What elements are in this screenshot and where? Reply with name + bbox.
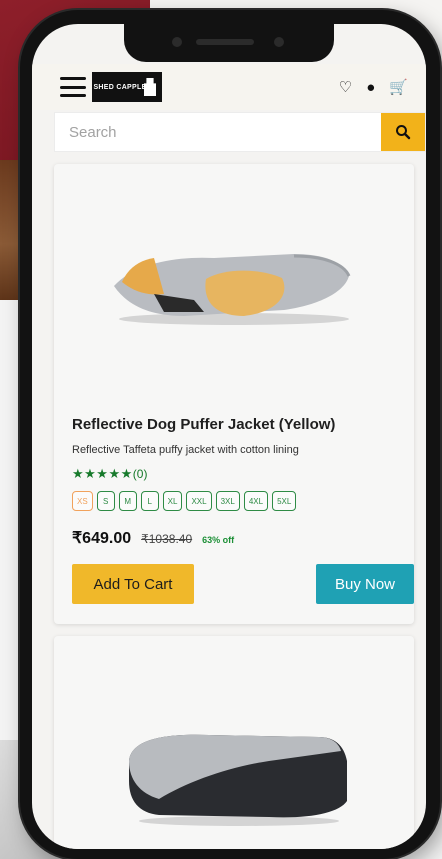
- grey-jacket-image[interactable]: [119, 721, 359, 831]
- cart-icon[interactable]: 🛒: [389, 78, 408, 96]
- rating-count: (0): [132, 467, 148, 481]
- search-icon: [396, 125, 411, 140]
- size-option-m[interactable]: M: [118, 491, 137, 511]
- size-option-5xl[interactable]: 5XL: [272, 491, 297, 511]
- add-to-cart-button[interactable]: Add To Cart: [72, 564, 194, 604]
- price-row: ₹649.00 ₹1038.40 63% off: [72, 528, 234, 548]
- menu-icon[interactable]: [60, 77, 86, 97]
- heart-icon[interactable]: ♡: [339, 78, 352, 96]
- discount-badge: 63% off: [202, 535, 235, 545]
- app-header: SHED CAPPLE ♡ ● 🛒: [32, 64, 426, 110]
- phone-screen: SHED CAPPLE ♡ ● 🛒 Search Reflective Dog …: [32, 24, 426, 849]
- search-bar: [54, 112, 426, 152]
- phone-notch: [124, 24, 334, 62]
- search-input[interactable]: [55, 113, 381, 151]
- current-price: ₹649.00: [72, 530, 132, 547]
- size-options: XS S M L XL XXL 3XL 4XL 5XL: [72, 491, 297, 511]
- size-option-l[interactable]: L: [140, 491, 159, 511]
- user-icon[interactable]: ●: [366, 79, 375, 96]
- speaker-grille: [196, 39, 254, 45]
- size-option-s[interactable]: S: [96, 491, 115, 511]
- yellow-jacket-image[interactable]: [94, 224, 354, 334]
- header-icons: ♡ ● 🛒: [339, 78, 408, 97]
- original-price: ₹1038.40: [141, 532, 193, 546]
- logo-mark-icon: [144, 78, 156, 96]
- size-option-xl[interactable]: XL: [162, 491, 183, 511]
- product-card[interactable]: [54, 636, 414, 849]
- size-option-4xl[interactable]: 4XL: [243, 491, 269, 511]
- buy-now-button[interactable]: Buy Now: [316, 564, 414, 604]
- rating-stars: ★★★★★: [72, 466, 133, 481]
- product-title[interactable]: Reflective Dog Puffer Jacket (Yellow): [72, 416, 335, 433]
- phone-frame: SHED CAPPLE ♡ ● 🛒 Search Reflective Dog …: [20, 10, 440, 859]
- search-button[interactable]: [381, 113, 425, 151]
- product-rating: ★★★★★ (0): [72, 466, 147, 482]
- product-card[interactable]: Reflective Dog Puffer Jacket (Yellow) Re…: [54, 164, 414, 624]
- product-description: Reflective Taffeta puffy jacket with cot…: [72, 444, 299, 456]
- size-option-xs[interactable]: XS: [72, 491, 93, 511]
- size-option-3xl[interactable]: 3XL: [215, 491, 240, 511]
- brand-logo[interactable]: SHED CAPPLE: [92, 72, 162, 102]
- sensor-dot: [172, 37, 182, 47]
- camera-dot: [274, 37, 284, 47]
- size-option-xxl[interactable]: XXL: [186, 491, 212, 511]
